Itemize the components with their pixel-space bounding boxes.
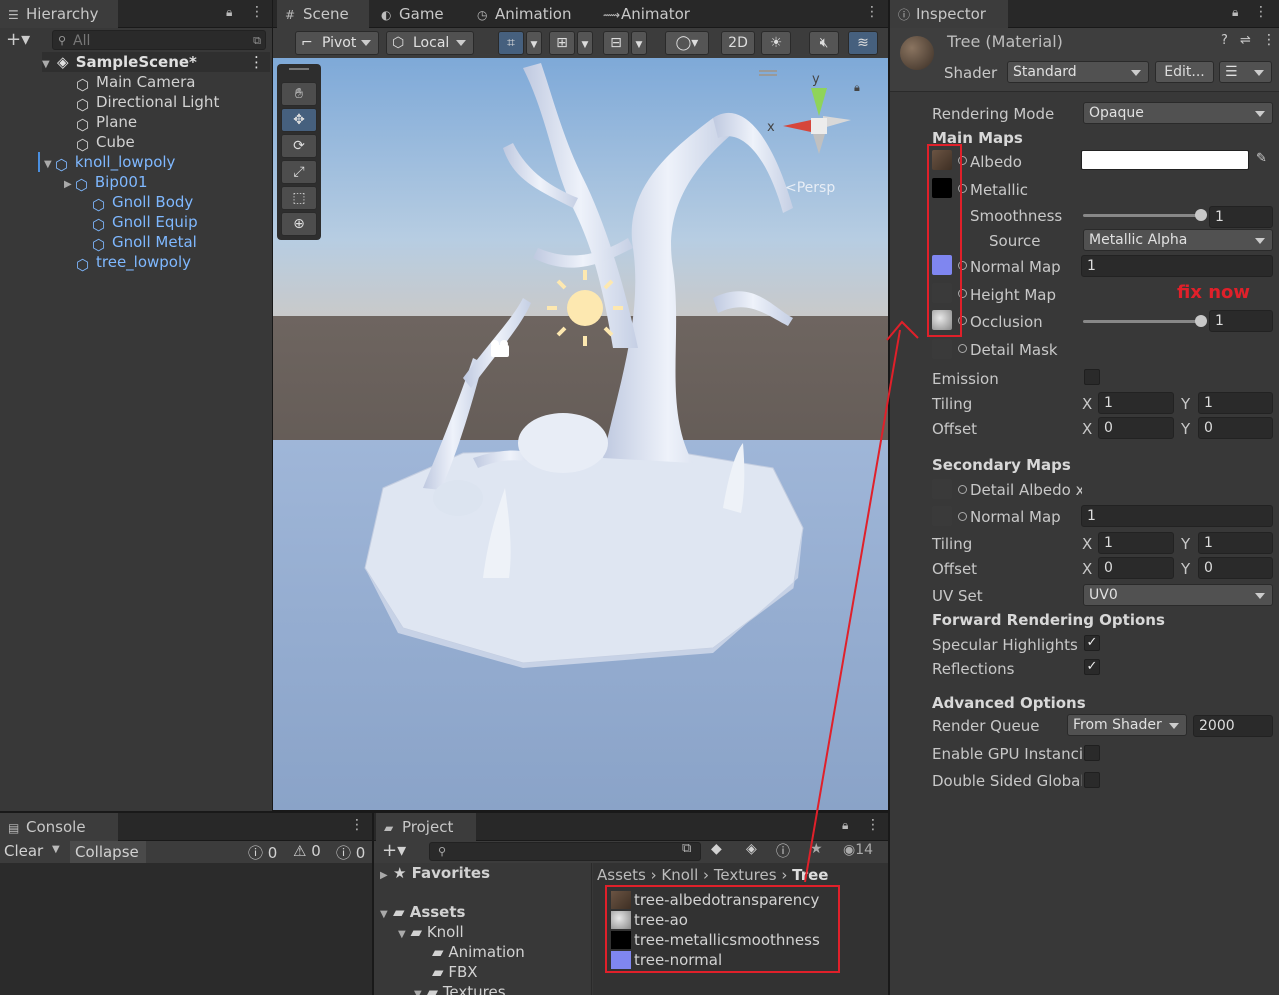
- annotation-arrow: [804, 320, 919, 883]
